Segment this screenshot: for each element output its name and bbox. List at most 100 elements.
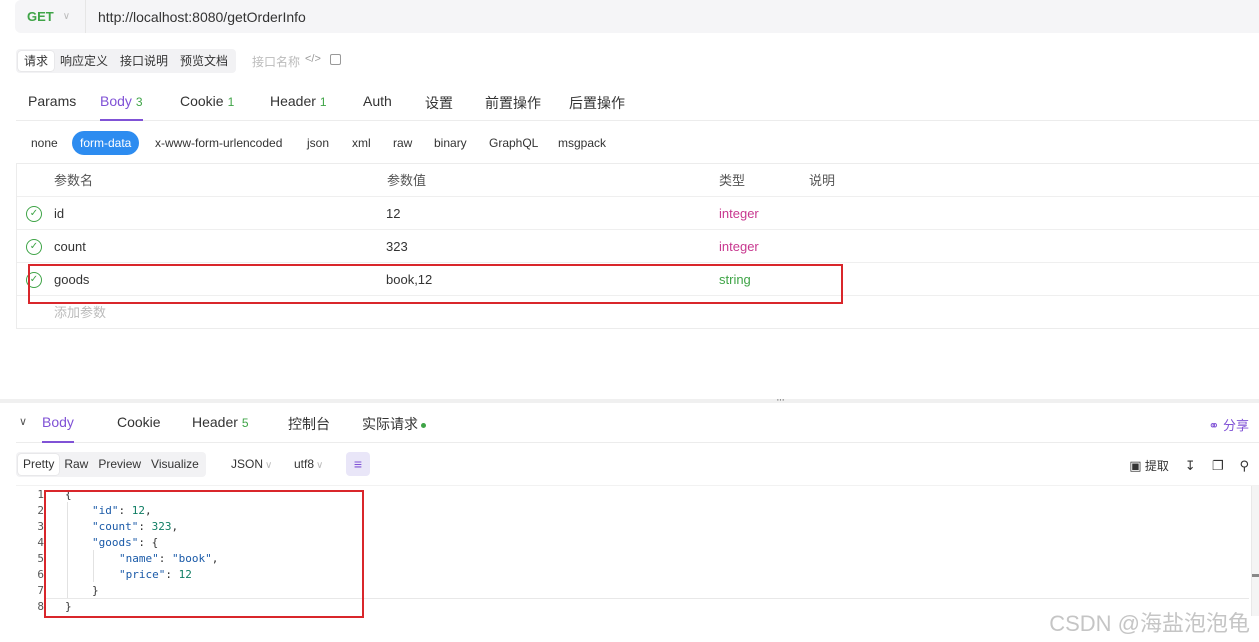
code-line: "price": 12 (119, 568, 192, 581)
format-tab-pretty[interactable]: Pretty (18, 454, 60, 475)
vertical-scrollbar[interactable] (1251, 486, 1259, 616)
response-actions: ▣ 提取 ↧ ❐ ⚲ (1129, 457, 1249, 474)
tab-count: 3 (135, 95, 143, 109)
body-type-xml[interactable]: xml (352, 131, 371, 155)
tab-label: Cookie (180, 93, 224, 109)
extract-button[interactable]: ▣ 提取 (1129, 457, 1169, 474)
response-tab-console[interactable]: 控制台 (288, 414, 330, 443)
param-type[interactable]: string (719, 263, 751, 296)
tab-label: Params (28, 93, 77, 109)
search-icon[interactable]: ⚲ (1239, 458, 1249, 474)
line-number: 1 (37, 488, 44, 501)
body-type-form-data[interactable]: form-data (72, 131, 140, 155)
tab-post-operations[interactable]: 后置操作 (569, 93, 625, 121)
body-type-raw[interactable]: raw (393, 131, 412, 155)
tab-label: Body (42, 414, 74, 430)
tab-label: 控制台 (288, 416, 330, 432)
tab-cookie[interactable]: Cookie 1 (180, 93, 234, 121)
status-dot (421, 422, 426, 428)
doc-tab-api-description[interactable]: 接口说明 (114, 51, 174, 71)
add-param-row: 添加参数 (17, 296, 1259, 329)
format-tabs: Pretty Raw Preview Visualize (16, 452, 206, 477)
header-type: 类型 (719, 173, 746, 188)
code-line: { (65, 488, 72, 501)
header-param-value: 参数值 (387, 173, 427, 188)
tab-settings[interactable]: 设置 (425, 93, 453, 121)
param-type[interactable]: integer (719, 197, 759, 230)
line-number: 5 (37, 552, 44, 565)
tab-header[interactable]: Header 1 (270, 93, 327, 121)
json-key: "name" (119, 552, 159, 565)
header-param-name: 参数名 (54, 173, 94, 188)
tab-label: Header (270, 93, 316, 109)
tab-count: 1 (319, 95, 327, 109)
json-key: "id" (92, 504, 119, 517)
wrap-lines-button[interactable]: ≡ (346, 452, 370, 476)
encoding-select[interactable]: utf8 ∨ (294, 457, 323, 471)
panel-icon[interactable] (329, 53, 341, 65)
method-select[interactable]: GET ∨ (15, 0, 85, 33)
body-type-graphql[interactable]: GraphQL (489, 131, 538, 155)
tab-count: 5 (241, 416, 249, 430)
copy-icon[interactable]: ❐ (1212, 458, 1224, 474)
response-tabs: ∨ Body Cookie Header 5 控制台 实际请求 ⚭ 分享 (16, 403, 1259, 443)
share-button[interactable]: ⚭ 分享 (1208, 415, 1249, 434)
format-tab-raw[interactable]: Raw (59, 454, 93, 475)
json-key: "goods" (92, 536, 139, 549)
json-punct: : { (138, 536, 159, 549)
param-value[interactable]: 323 (386, 230, 408, 263)
doc-tabs: 请求 响应定义 接口说明 预览文档 (16, 49, 237, 73)
json-number: 12 (131, 504, 145, 517)
code-line: } (92, 584, 99, 597)
tab-auth[interactable]: Auth (363, 93, 392, 121)
param-type[interactable]: integer (719, 230, 759, 263)
scrollbar-thumb[interactable] (1252, 574, 1259, 577)
tab-body[interactable]: Body 3 (100, 93, 143, 121)
body-type-msgpack[interactable]: msgpack (558, 131, 606, 155)
tab-label: 设置 (425, 95, 453, 111)
body-type-json[interactable]: json (307, 131, 329, 155)
tab-pre-operations[interactable]: 前置操作 (485, 93, 541, 121)
add-param-input[interactable]: 添加参数 (54, 296, 106, 329)
url-input[interactable]: http://localhost:8080/getOrderInfo (98, 9, 306, 25)
param-name[interactable]: count (54, 230, 86, 263)
body-type-none[interactable]: none (31, 131, 58, 155)
param-value[interactable]: 12 (386, 197, 400, 230)
format-bar: Pretty Raw Preview Visualize JSON ∨ utf8 ∨… (16, 452, 370, 477)
line-number: 6 (37, 568, 44, 581)
check-circle-icon[interactable]: ✓ (26, 239, 42, 255)
api-name-input[interactable]: 接口名称 (252, 53, 300, 70)
response-tab-header[interactable]: Header 5 (192, 414, 249, 443)
response-tab-body[interactable]: Body (42, 414, 74, 443)
tab-label: Cookie (117, 414, 161, 430)
doc-tab-response-definition[interactable]: 响应定义 (54, 51, 114, 71)
url-separator (85, 0, 86, 33)
download-icon[interactable]: ↧ (1185, 458, 1196, 474)
extract-label: 提取 (1144, 459, 1169, 473)
json-key: "price" (119, 568, 166, 581)
check-circle-icon[interactable]: ✓ (26, 272, 42, 288)
param-value[interactable]: book,12 (386, 263, 432, 296)
body-type-binary[interactable]: binary (434, 131, 467, 155)
collapse-chevron-icon[interactable]: ∨ (19, 415, 27, 428)
doc-tab-request[interactable]: 请求 (18, 51, 55, 71)
response-tab-cookie[interactable]: Cookie (117, 414, 161, 443)
check-circle-icon[interactable]: ✓ (26, 206, 42, 222)
body-type-urlencoded[interactable]: x-www-form-urlencoded (155, 131, 282, 155)
response-tab-actual-request[interactable]: 实际请求 (362, 414, 426, 443)
code-line: } (65, 600, 72, 613)
format-select[interactable]: JSON ∨ (231, 457, 272, 471)
param-name[interactable]: goods (54, 263, 89, 296)
param-name[interactable]: id (54, 197, 64, 230)
format-tab-preview[interactable]: Preview (93, 454, 146, 475)
doc-icons: </> (305, 53, 341, 65)
table-row: ✓ goods book,12 string (17, 263, 1259, 296)
doc-tab-preview-doc[interactable]: 预览文档 (174, 51, 234, 71)
indent-guide (93, 550, 94, 582)
chevron-down-icon: ∨ (62, 11, 71, 22)
code-icon[interactable]: </> (305, 53, 321, 65)
format-tab-visualize[interactable]: Visualize (146, 454, 204, 475)
tab-params[interactable]: Params (28, 93, 76, 121)
table-row: ✓ count 323 integer (17, 230, 1259, 263)
tab-label: Body (100, 93, 132, 109)
